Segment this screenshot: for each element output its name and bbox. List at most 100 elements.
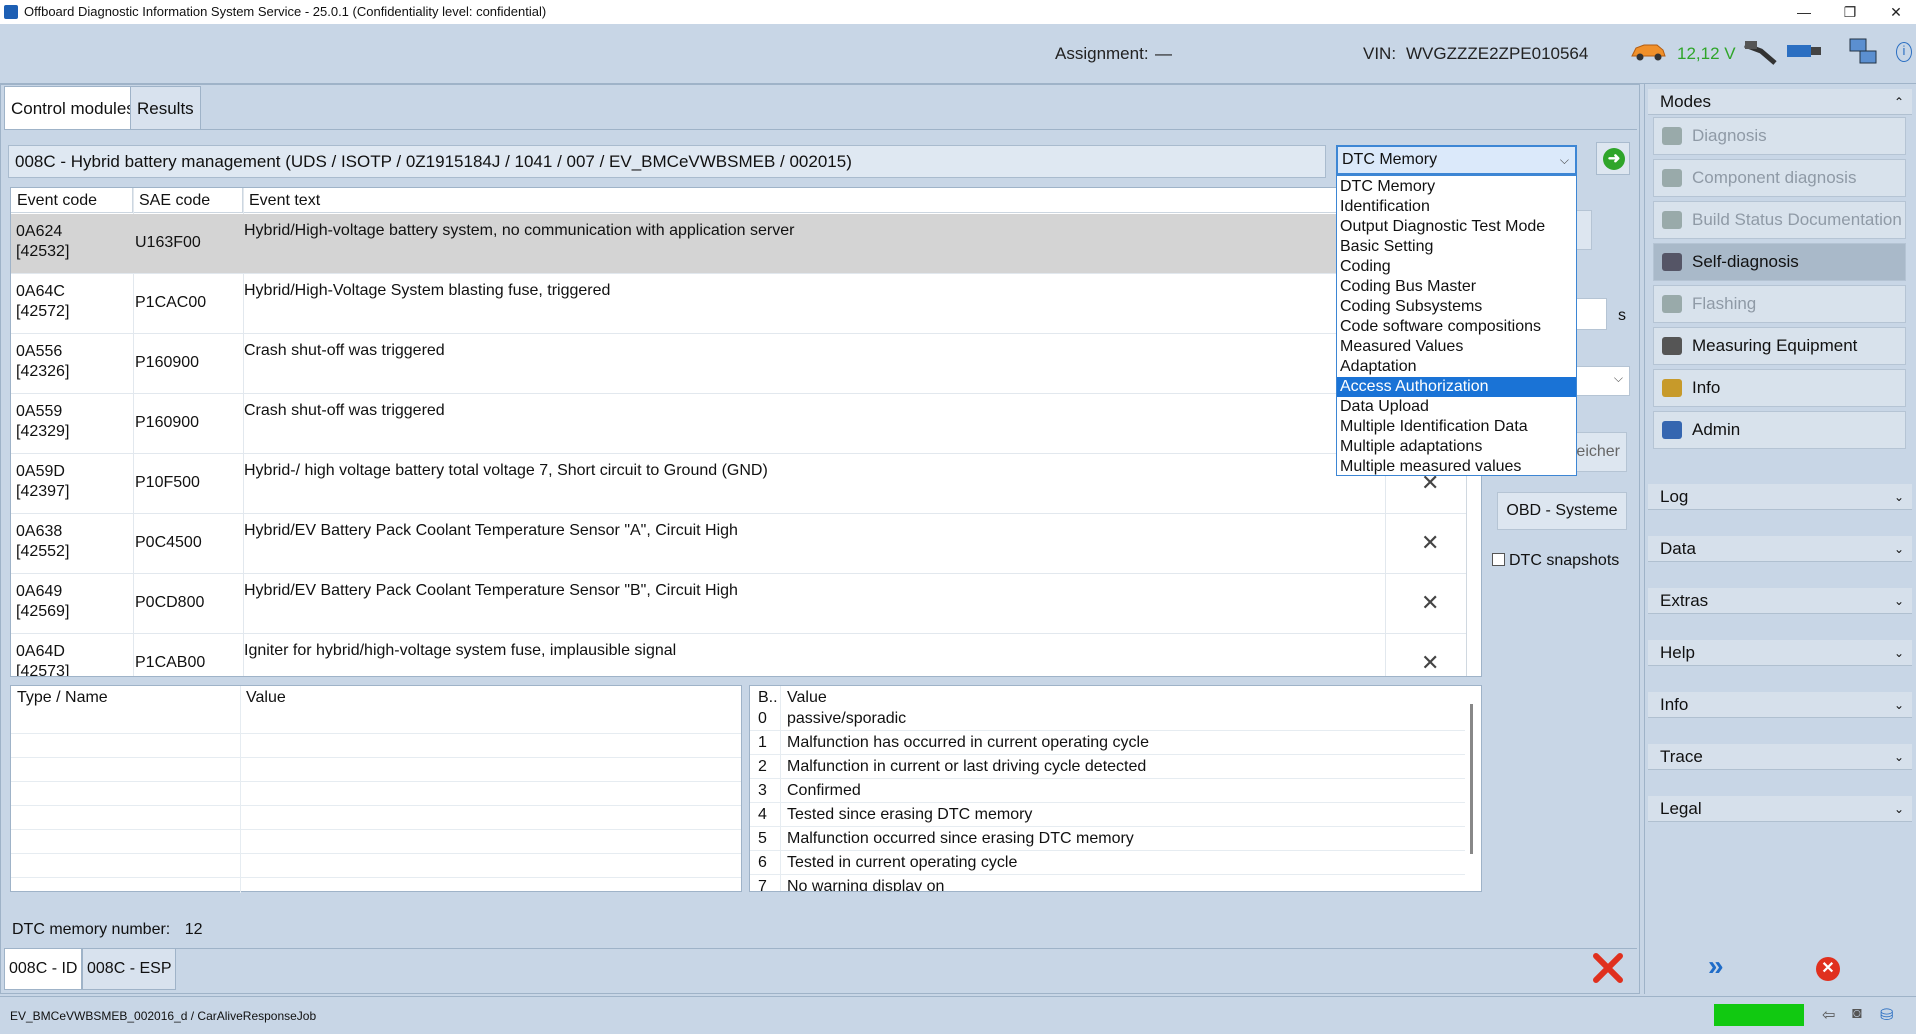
list-item[interactable]: 5 Malfunction occurred since erasing DTC … [750, 827, 1465, 851]
mode-component-diagnosis[interactable]: Component diagnosis [1653, 159, 1906, 197]
bottom-tab-008c-id[interactable]: 008C - ID [4, 948, 83, 990]
table-row[interactable]: 0A556 [42326] P160900 Crash shut-off was tr… [11, 334, 1466, 394]
dropdown-option[interactable]: Access Authorization [1337, 377, 1576, 397]
list-item[interactable]: 1 Malfunction has occurred in current ope… [750, 731, 1465, 755]
section-data[interactable]: Data ⌄ [1648, 536, 1912, 562]
section-legal[interactable]: Legal ⌄ [1648, 796, 1912, 822]
sae-code: P10F500 [135, 474, 200, 491]
section-label: Help [1660, 643, 1695, 662]
dropdown-option[interactable]: Coding Subsystems [1337, 297, 1576, 317]
dtc-snapshots-checkbox[interactable]: DTC snapshots [1492, 552, 1619, 570]
section-log[interactable]: Log ⌄ [1648, 484, 1912, 510]
mode-build-status-documentation[interactable]: Build Status Documentation [1653, 201, 1906, 239]
modes-header[interactable]: Modes ⌃ [1648, 89, 1912, 115]
list-item[interactable]: 3 Confirmed [750, 779, 1465, 803]
event-text: Crash shut-off was triggered [244, 402, 445, 419]
network-icon [1849, 38, 1877, 64]
mode-diagnosis[interactable]: Diagnosis [1653, 117, 1906, 155]
bottom-tab-008c-esp[interactable]: 008C - ESP [82, 948, 177, 990]
col-header-event-text[interactable]: Event text [243, 188, 1481, 213]
database-icon[interactable]: ⛁ [1880, 1005, 1893, 1025]
table-row[interactable]: 0A64D [42573] P1CAB00 Igniter for hybrid/hi… [11, 634, 1466, 676]
dropdown-option[interactable]: Multiple measured values [1337, 457, 1576, 477]
mode-self-diagnosis[interactable]: Self-diagnosis [1653, 243, 1906, 281]
dropdown-option[interactable]: Code software compositions [1337, 317, 1576, 337]
window-title: Offboard Diagnostic Information System S… [24, 4, 547, 19]
mode-label: Info [1692, 378, 1721, 397]
mode-info[interactable]: Info [1653, 369, 1906, 407]
table-row[interactable]: 0A64C [42572] P1CAC00 Hybrid/High-Voltage S… [11, 274, 1466, 334]
arrow-right-icon: ➜ [1603, 148, 1625, 170]
mode-measuring-equipment[interactable]: Measuring Equipment [1653, 327, 1906, 365]
list-item[interactable]: 6 Tested in current operating cycle [750, 851, 1465, 875]
mode-flashing[interactable]: Flashing [1653, 285, 1906, 323]
list-item[interactable]: 7 No warning display on [750, 875, 1465, 892]
section-extras[interactable]: Extras ⌄ [1648, 588, 1912, 614]
info-icon[interactable]: i [1896, 42, 1912, 62]
dropdown-option[interactable]: Output Diagnostic Test Mode [1337, 217, 1576, 237]
dropdown-option[interactable]: Measured Values [1337, 337, 1576, 357]
section-label: Extras [1660, 591, 1709, 610]
table-row[interactable]: 0A638 [42552] P0C4500 Hybrid/EV Battery Pac… [11, 514, 1466, 574]
tab-control-modules[interactable]: Control modules [4, 86, 142, 130]
mode-admin[interactable]: Admin [1653, 411, 1906, 449]
dtc-count-label: DTC memory number: [12, 921, 171, 938]
col-header-sae-code[interactable]: SAE code [133, 188, 243, 213]
event-text: Hybrid/EV Battery Pack Coolant Temperatu… [244, 522, 738, 539]
expand-icon: ⌄ [1893, 802, 1904, 816]
obd-systeme-button[interactable]: OBD - Systeme [1497, 492, 1627, 530]
dropdown-option[interactable]: DTC Memory [1337, 177, 1576, 197]
table-row[interactable]: 0A559 [42329] P160900 Crash shut-off was tr… [11, 394, 1466, 454]
list-item[interactable]: 2 Malfunction in current or last driving … [750, 755, 1465, 779]
execute-button[interactable]: ➜ [1596, 142, 1630, 175]
header: Assignment: — VIN: WVGZZZE2ZPE010564 12,… [0, 24, 1916, 84]
stop-icon[interactable]: ✕ [1816, 957, 1840, 981]
expand-icon: ⌄ [1893, 490, 1904, 504]
forward-icon[interactable]: » [1708, 950, 1724, 982]
col-header-event-code[interactable]: Event code [11, 188, 133, 213]
dropdown-option[interactable]: Data Upload [1337, 397, 1576, 417]
control-module-field[interactable]: 008C - Hybrid battery management (UDS / … [8, 145, 1326, 178]
title-bar: Offboard Diagnostic Information System S… [0, 0, 1916, 24]
col-header-bit-value: Value [787, 689, 827, 706]
event-code: 0A638 [42552] [16, 523, 70, 560]
dropdown-option[interactable]: Coding Bus Master [1337, 277, 1576, 297]
bit-value: Tested since erasing DTC memory [787, 806, 1033, 823]
dropdown-option[interactable]: Identification [1337, 197, 1576, 217]
dropdown-option[interactable]: Basic Setting [1337, 237, 1576, 257]
component-diagnosis-icon [1662, 169, 1682, 187]
minimize-button[interactable]: — [1784, 0, 1824, 24]
maximize-button[interactable]: ❐ [1830, 0, 1870, 24]
bit-value: Tested in current operating cycle [787, 854, 1018, 871]
sae-code: P1CAC00 [135, 294, 207, 311]
tab-results[interactable]: Results [130, 86, 201, 130]
expand-icon: ⌄ [1893, 750, 1904, 764]
section-label: Legal [1660, 799, 1702, 818]
dropdown-option[interactable]: Adaptation [1337, 357, 1576, 377]
bit-value: No warning display on [787, 878, 945, 892]
close-module-icon[interactable] [1592, 952, 1624, 984]
sae-code: P0CD800 [135, 594, 205, 611]
scrollbar[interactable] [1470, 704, 1473, 854]
status-bit-table: B.. Value 0 passive/sporadic 1 Malfunction … [749, 685, 1482, 892]
function-select[interactable]: DTC Memory ⌵ [1336, 145, 1577, 175]
table-row[interactable]: 0A59D [42397] P10F500 Hybrid-/ high voltage… [11, 454, 1466, 514]
section-help[interactable]: Help ⌄ [1648, 640, 1912, 666]
table-row[interactable]: 0A649 [42569] P0CD800 Hybrid/EV Battery Pac… [11, 574, 1466, 634]
section-info[interactable]: Info ⌄ [1648, 692, 1912, 718]
dropdown-option[interactable]: Multiple adaptations [1337, 437, 1576, 457]
event-code: 0A649 [42569] [16, 583, 70, 620]
list-item[interactable]: 0 passive/sporadic [750, 707, 1465, 731]
checkbox-icon[interactable] [1492, 553, 1505, 566]
dropdown-option[interactable]: Coding [1337, 257, 1576, 277]
section-trace[interactable]: Trace ⌄ [1648, 744, 1912, 770]
dropdown-option[interactable]: Multiple Identification Data [1337, 417, 1576, 437]
close-window-button[interactable]: ✕ [1876, 0, 1916, 24]
exit-icon[interactable]: ⇦ [1822, 1005, 1835, 1025]
camera-icon[interactable]: ◙ [1852, 1005, 1862, 1023]
table-row[interactable]: 0A624 [42532] U163F00 Hybrid/High-voltage b… [11, 214, 1466, 274]
mode-label: Measuring Equipment [1692, 336, 1858, 355]
list-item[interactable]: 4 Tested since erasing DTC memory [750, 803, 1465, 827]
status-bar: EV_BMCeVWBSMEB_002016_d / CarAliveRespon… [0, 996, 1916, 1034]
event-code: 0A59D [42397] [16, 463, 70, 500]
